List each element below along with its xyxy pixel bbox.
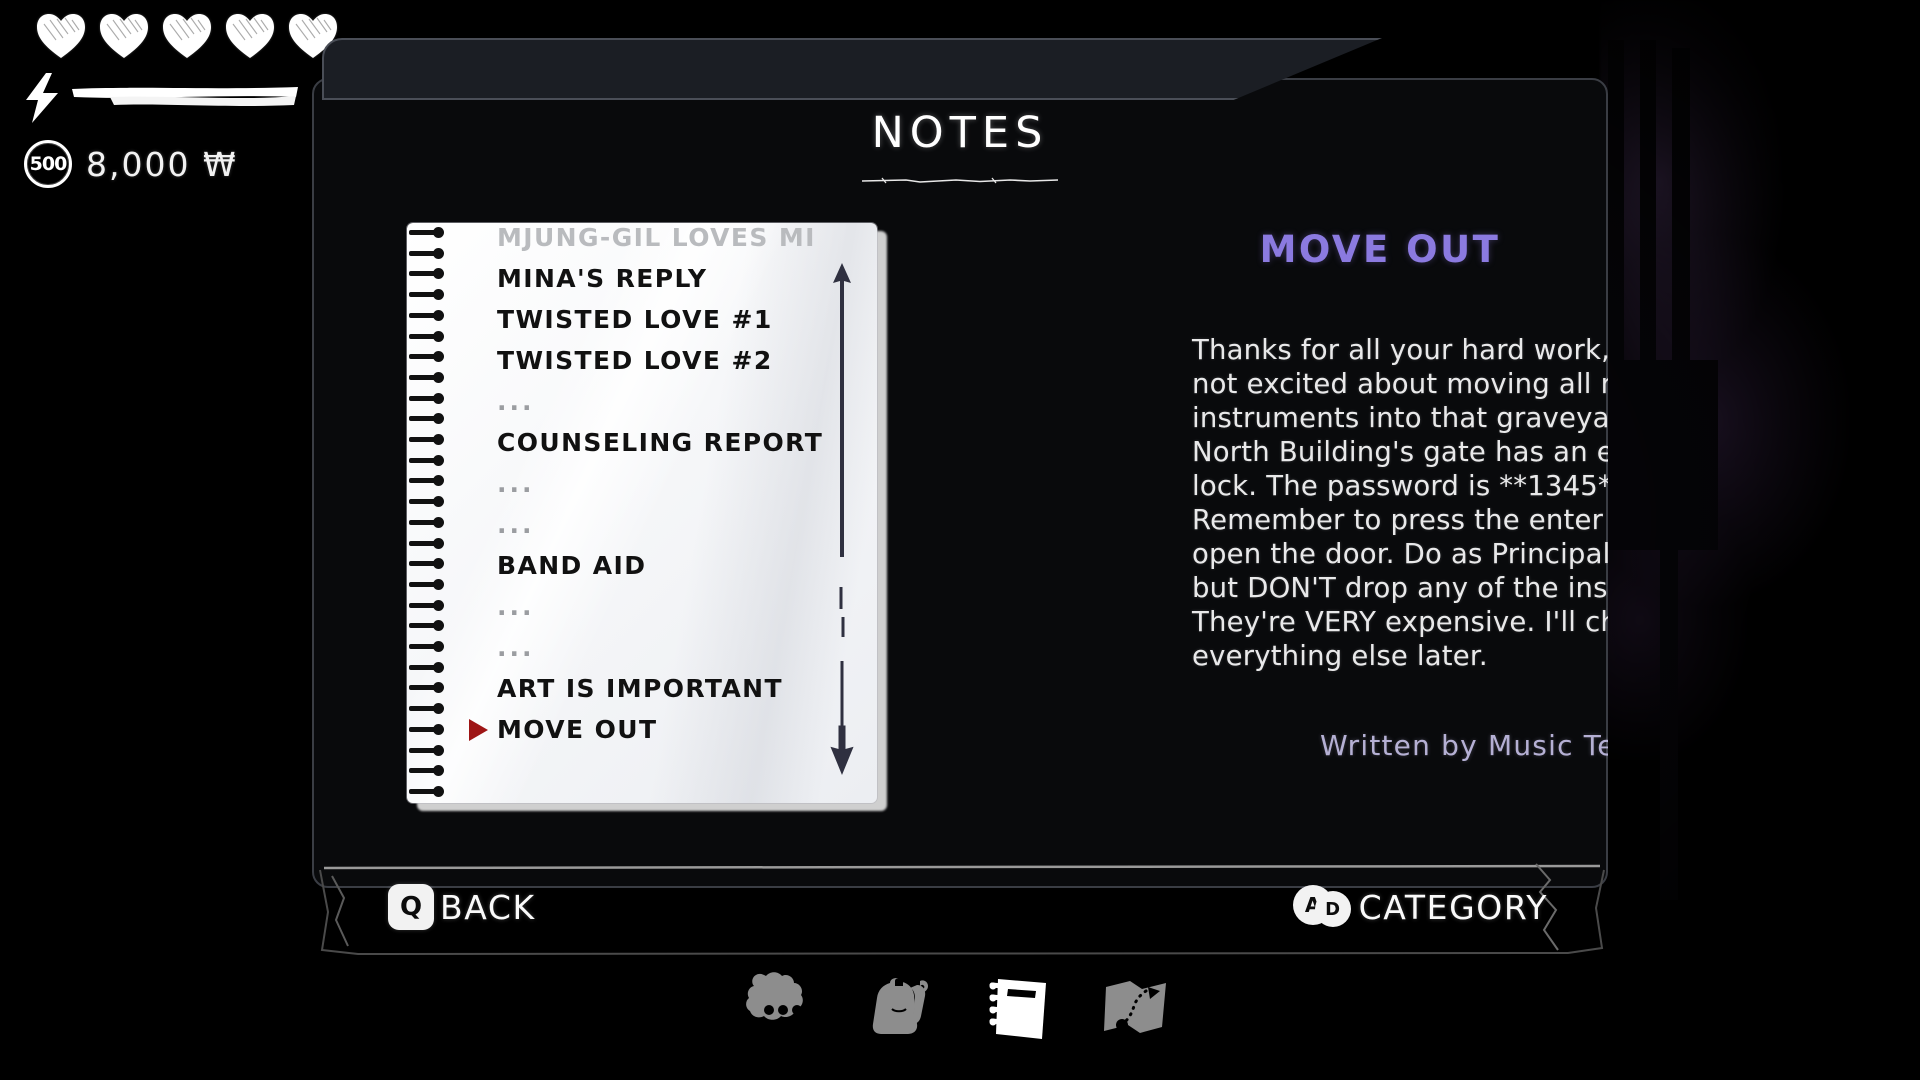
note-list-item: ... [497,469,535,498]
stamina-meter [22,72,302,124]
spiral-coil [409,413,451,425]
panel-content: NOTES MJUNG-GIL LOVES MI MINA'S REPLY TW… [312,78,1608,846]
spiral-coil [409,434,451,446]
background-pillar-1 [1608,40,1624,370]
note-list-item: ... [497,387,535,416]
heart-icon [223,10,277,60]
spiral-coil [409,454,451,466]
spiral-coil [409,268,451,280]
spiral-coil [409,558,451,570]
spiral-coil [409,496,451,508]
note-list-item[interactable]: TWISTED LOVE #2 [467,340,867,381]
spiral-coil [409,227,451,238]
notebook-icon [989,979,1046,1039]
background-beam [1660,540,1678,900]
note-list-item: ... [497,633,535,662]
note-list-item[interactable]: ART IS IMPORTANT [467,668,867,709]
map-icon [1104,981,1166,1033]
spiral-coil [409,371,451,383]
spiral-coil [409,682,451,694]
note-list-item: ... [497,592,535,621]
note-title: MOVE OUT [1259,228,1501,271]
note-detail: MOVE OUT Thanks for all your hard work, … [1192,228,1608,762]
spiral-coil [409,723,451,735]
spiral-coil [409,661,451,673]
spiral-coil [409,516,451,528]
spiral-coil [409,537,451,549]
title-underline [860,176,1060,184]
lightning-bolt-icon [22,72,62,124]
spiral-coil [409,578,451,590]
category-label: CATEGORY [1358,887,1548,927]
note-list-item[interactable]: COUNSELING REPORT [467,422,867,463]
background-pillar-3 [1672,48,1690,368]
spiral-coil [409,351,451,363]
spiral-coil [409,392,451,404]
category-button[interactable]: A D CATEGORY [1292,884,1548,930]
tab-map[interactable] [1094,965,1180,1051]
notes-panel: NOTES MJUNG-GIL LOVES MI MINA'S REPLY TW… [312,30,1608,888]
money-amount: 8,000 ₩ [86,144,238,184]
stamina-bar [70,84,300,110]
back-button[interactable]: Q BACK [388,884,536,930]
key-d-icon: D [1314,891,1351,927]
scroll-indicator[interactable] [826,257,858,777]
spiral-coil [409,765,451,777]
note-list-item[interactable]: TWISTED LOVE #1 [467,299,867,340]
footer-bar: Q BACK A D CATEGORY [318,858,1606,956]
dialogue-bubble-icon [746,972,803,1020]
spiral-binding [409,227,451,797]
background-block [1608,360,1718,550]
spiral-coil [409,475,451,487]
spiral-coil [409,599,451,611]
spiral-coil [409,744,451,756]
spiral-coil [409,620,451,632]
note-list-item: ... [497,510,535,539]
currency-display: 500 8,000 ₩ [24,140,238,188]
note-list-item[interactable]: MINA'S REPLY [467,258,867,299]
key-q-icon: Q [388,884,434,930]
heart-icon [160,10,214,60]
health-hearts [34,10,340,60]
spiral-coil [409,247,451,259]
tab-dialogue[interactable] [740,965,826,1051]
spiral-coil [409,309,451,321]
category-tab-bar[interactable] [0,965,1920,1051]
note-author: Written by Music Teacher Noh [1320,729,1608,762]
backpack-icon [872,977,928,1034]
spiral-coil [409,330,451,342]
background-pillar-2 [1640,40,1656,370]
heart-icon [34,10,88,60]
coin-icon: 500 [24,140,72,188]
note-list-item[interactable]: MJUNG-GIL LOVES MI [467,217,867,258]
note-list-item[interactable]: BAND AID [467,545,867,586]
tab-inventory[interactable] [858,965,944,1051]
spiral-coil [409,641,451,653]
key-ad-icon: A D [1292,884,1353,930]
note-body: Thanks for all your hard work, though I'… [1192,334,1608,672]
notes-list[interactable]: MJUNG-GIL LOVES MI MINA'S REPLY TWISTED LO… [467,223,867,803]
notes-notebook: MJUNG-GIL LOVES MI MINA'S REPLY TWISTED LO… [407,223,890,813]
tab-notes[interactable] [976,965,1062,1051]
note-list-item-selected[interactable]: MOVE OUT [467,709,867,750]
back-label: BACK [440,887,536,927]
spiral-coil [409,785,451,797]
page-title: NOTES [871,108,1049,158]
game-screen: 500 8,000 ₩ NOTES MJUNG-GIL LOVES MI MIN… [0,0,1920,1080]
spiral-coil [409,289,451,301]
spiral-coil [409,703,451,715]
heart-icon [97,10,151,60]
